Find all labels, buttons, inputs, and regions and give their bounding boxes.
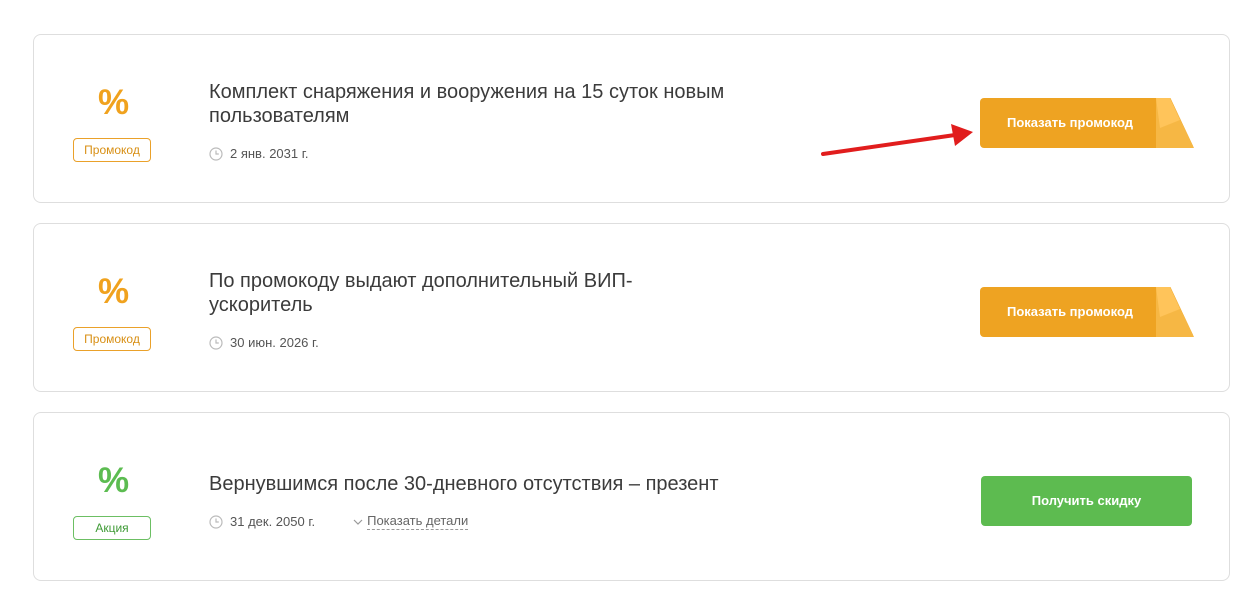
percent-icon: %: [98, 461, 130, 500]
percent-icon: %: [98, 83, 130, 122]
show-promocode-label: Показать промокод: [1007, 115, 1133, 130]
clock-icon: [209, 335, 223, 350]
chevron-down-icon: [353, 519, 363, 525]
ribbon-fold-icon: [1156, 287, 1194, 337]
get-discount-button[interactable]: Получить скидку: [981, 476, 1192, 526]
offer-meta: 31 дек. 2050 г. Показать детали: [209, 513, 469, 530]
type-badge: Акция: [73, 516, 151, 540]
show-promocode-button[interactable]: Показать промокод: [980, 287, 1194, 339]
show-details-link[interactable]: Показать детали: [353, 513, 469, 530]
type-badge: Промокод: [73, 327, 151, 351]
offer-meta: 2 янв. 2031 г.: [209, 146, 309, 161]
offer-title: Комплект снаряжения и вооружения на 15 с…: [209, 81, 725, 127]
offer-card: % Промокод По промокоду выдают дополните…: [33, 223, 1230, 392]
offer-card: % Промокод Комплект снаряжения и вооруже…: [33, 34, 1230, 203]
percent-icon: %: [98, 272, 130, 311]
expiry-date: 30 июн. 2026 г.: [230, 335, 319, 350]
clock-icon: [209, 146, 223, 161]
offer-meta: 30 июн. 2026 г.: [209, 335, 319, 350]
offer-card: % Акция Вернувшимся после 30-дневного от…: [33, 412, 1230, 581]
type-badge: Промокод: [73, 138, 151, 162]
offer-title: По промокоду выдают дополнительный ВИП-у…: [209, 270, 633, 316]
show-promocode-label: Показать промокод: [1007, 304, 1133, 319]
show-details-label: Показать детали: [367, 513, 469, 530]
offer-title: Вернувшимся после 30-дневного отсутствия…: [209, 473, 719, 495]
expiry-date: 2 янв. 2031 г.: [230, 146, 309, 161]
ribbon-fold-icon: [1156, 98, 1194, 148]
expiry-date: 31 дек. 2050 г.: [230, 514, 316, 529]
annotation-arrow-icon: [821, 124, 973, 156]
clock-icon: [209, 514, 223, 529]
show-promocode-button[interactable]: Показать промокод: [980, 98, 1194, 150]
